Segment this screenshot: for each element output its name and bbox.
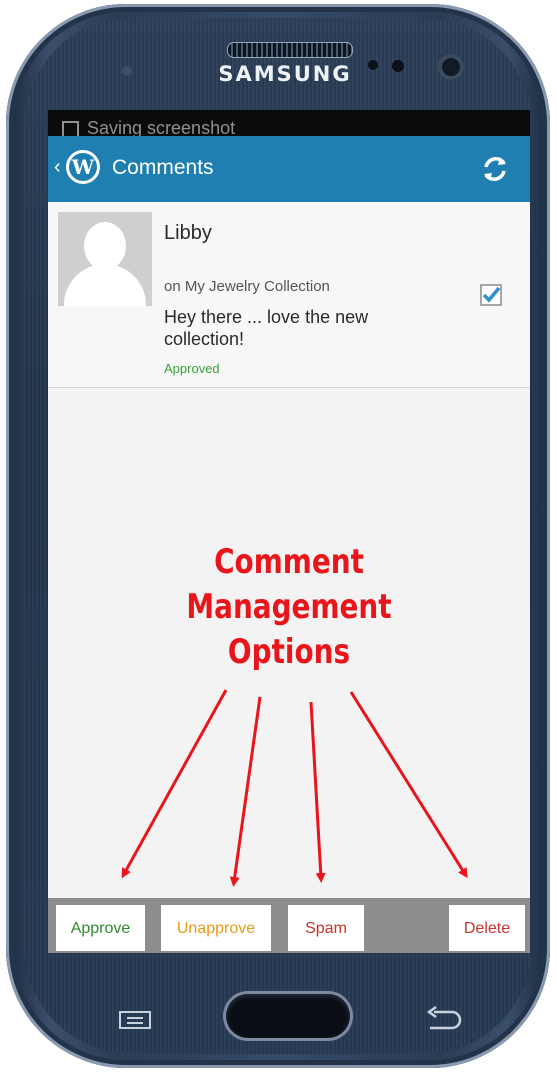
approve-button[interactable]: Approve <box>56 905 145 951</box>
light-sensor <box>392 60 404 72</box>
menu-key-icon[interactable] <box>118 1010 152 1030</box>
arrow-to-unapprove <box>229 696 262 887</box>
proximity-sensor <box>368 60 378 70</box>
earpiece-speaker <box>227 42 353 58</box>
back-key-icon[interactable] <box>424 1006 462 1032</box>
home-button[interactable] <box>226 994 350 1038</box>
arrow-to-delete <box>349 691 468 879</box>
annotation-arrows <box>121 689 468 887</box>
comment-action-bar: Approve Unapprove Spam Delete <box>48 898 530 953</box>
device-brand: SAMSUNG <box>218 62 352 86</box>
spam-button[interactable]: Spam <box>288 905 364 951</box>
arrow-to-spam <box>309 701 326 883</box>
arrow-to-approve <box>121 689 228 879</box>
unapprove-button[interactable]: Unapprove <box>161 905 271 951</box>
screen: Saving screenshot ‹ W Comments Libby on … <box>48 110 530 953</box>
front-camera <box>438 54 464 80</box>
delete-button[interactable]: Delete <box>449 905 525 951</box>
notification-led <box>122 66 132 76</box>
